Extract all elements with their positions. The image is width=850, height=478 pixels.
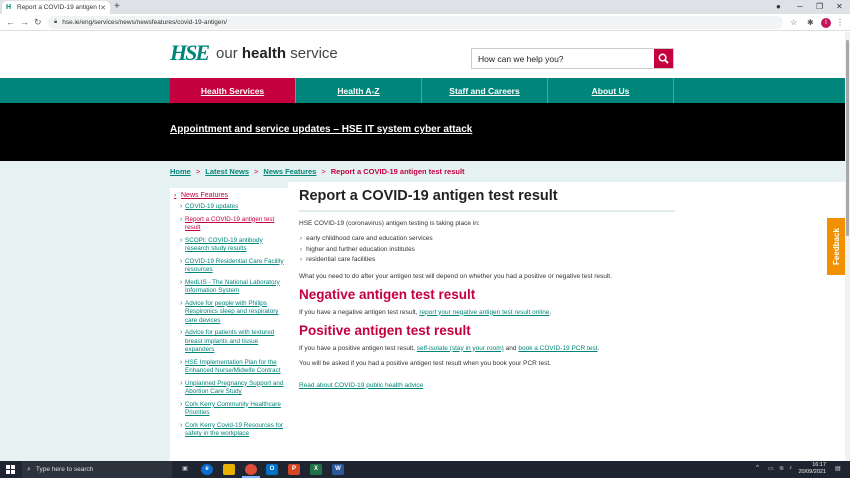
extension-record-icon[interactable]: ● [776, 1, 781, 13]
minimize-icon[interactable]: ─ [797, 1, 803, 13]
back-icon[interactable]: ← [6, 16, 15, 29]
sidebar: › News Features › COVID-19 updates › Repor… [170, 188, 288, 461]
nav-health-a-z[interactable]: Health A-Z [296, 78, 422, 103]
extensions-puzzle-icon[interactable]: ✱ [807, 17, 814, 28]
bookmark-star-icon[interactable]: ☆ [790, 17, 797, 28]
main-content: Report a COVID-19 antigen test result HS… [299, 188, 675, 392]
breadcrumb-separator: > [195, 167, 201, 176]
window-close-icon[interactable]: ✕ [836, 1, 843, 13]
web-page: HSE our health service Health Services H… [0, 32, 845, 461]
self-isolate-link[interactable]: self-isolate (stay in your room) [417, 345, 504, 352]
excel-icon[interactable]: X [310, 464, 322, 475]
powerpoint-icon[interactable]: P [288, 464, 300, 475]
negative-text: If you have a negative antigen test resu… [299, 308, 552, 316]
chevron-right-icon: › [300, 245, 303, 253]
url-text: hse.ie/eng/services/news/newsfeatures/co… [62, 19, 227, 26]
edge-icon[interactable]: e [201, 464, 213, 475]
browser-tabstrip: H Report a COVID-19 antigen test r ✕ + ●… [0, 0, 850, 14]
report-negative-link[interactable]: report your negative antigen test result… [419, 309, 549, 316]
chrome-icon[interactable] [242, 464, 260, 478]
tab-close-icon[interactable]: ✕ [100, 4, 106, 12]
sidebar-item[interactable]: › Cork Kerry Covid-19 Resources for safet… [180, 422, 285, 439]
site-search [471, 48, 674, 69]
taskbar-search[interactable]: ⌕ Type here to search [22, 461, 172, 478]
tray-chevron-icon[interactable]: ^ [756, 465, 759, 471]
sidebar-item[interactable]: › HSE Implementation Plan for the Enhance… [180, 359, 285, 376]
breadcrumb: Home > Latest News > News Features > Rep… [0, 161, 845, 182]
sidebar-item[interactable]: › COVID-19 Residential Care Facility reso… [180, 258, 285, 275]
sidebar-item[interactable]: › Advice for people with Philips Respiron… [180, 300, 285, 326]
breadcrumb-home[interactable]: Home [170, 167, 191, 176]
wifi-icon[interactable]: ≋ [779, 465, 784, 472]
search-icon: ⌕ [27, 465, 31, 473]
sidebar-item-current[interactable]: › Report a COVID-19 antigen test result [180, 216, 285, 233]
sidebar-item[interactable]: › COVID-19 updates [180, 203, 285, 212]
bullet-list: › early childhood care and education serv… [300, 234, 675, 266]
sidebar-heading[interactable]: › News Features [174, 192, 285, 199]
chevron-right-icon: › [300, 235, 303, 242]
sidebar-item[interactable]: › Cork Kerry Community Healthcare Priorit… [180, 401, 285, 418]
logo-text: our health service [216, 44, 338, 62]
positive-text: If you have a positive antigen test resu… [299, 344, 600, 352]
public-health-advice-link[interactable]: Read about COVID-19 public health advice [299, 382, 423, 389]
nav-health-services[interactable]: Health Services [170, 78, 296, 103]
breadcrumb-separator: > [321, 167, 326, 176]
tab-title: Report a COVID-19 antigen test r [17, 4, 100, 11]
hse-logo-mark: HSE [170, 40, 210, 65]
alert-link[interactable]: Appointment and service updates – HSE IT… [170, 124, 472, 135]
breadcrumb-latest-news[interactable]: Latest News [205, 167, 249, 176]
intro-text: HSE COVID-19 (coronavirus) antigen testi… [299, 220, 480, 227]
alert-banner: Appointment and service updates – HSE IT… [0, 103, 845, 161]
volume-icon[interactable]: ♪ [789, 465, 792, 471]
sidebar-item[interactable]: › MedLIS - The National Laboratory Inform… [180, 279, 285, 296]
maximize-icon[interactable]: ❐ [816, 1, 823, 13]
browser-tab[interactable]: H Report a COVID-19 antigen test r ✕ [2, 1, 110, 14]
network-icon[interactable]: ▭ [768, 465, 774, 472]
hse-favicon-icon: H [6, 4, 12, 11]
windows-start-icon[interactable] [6, 465, 15, 474]
sidebar-item[interactable]: › Advice for patients with textured breas… [180, 329, 285, 355]
negative-heading: Negative antigen test result [299, 286, 476, 302]
feedback-tab[interactable]: Feedback [827, 218, 845, 275]
forward-icon[interactable]: → [20, 16, 29, 29]
new-tab-icon[interactable]: + [114, 1, 120, 13]
task-view-icon[interactable]: ▣ [179, 464, 191, 475]
reload-icon[interactable]: ↻ [34, 16, 42, 29]
browser-toolbar: ← → ↻ 🔒︎ hse.ie/eng/services/news/newsfe… [0, 14, 850, 31]
lock-icon: 🔒︎ [54, 19, 58, 25]
notifications-icon[interactable]: ▤ [835, 465, 841, 472]
list-item: › early childhood care and education serv… [300, 235, 433, 242]
taskbar-clock[interactable]: 16:17 20/09/2021 [798, 462, 826, 476]
file-explorer-icon[interactable] [223, 464, 235, 475]
breadcrumb-news-features[interactable]: News Features [263, 167, 316, 176]
address-bar[interactable]: 🔒︎ hse.ie/eng/services/news/newsfeatures… [48, 16, 783, 29]
hse-logo[interactable]: HSE our health service [170, 40, 338, 66]
book-pcr-link[interactable]: book a COVID-19 PCR test [518, 345, 597, 352]
pcr-note: You will be asked if you had a positive … [299, 359, 551, 367]
page-title: Report a COVID-19 antigen test result [299, 188, 675, 212]
scrollbar-thumb[interactable] [846, 40, 849, 236]
page-scrollbar[interactable] [845, 32, 850, 461]
breadcrumb-current: Report a COVID-19 antigen test result [330, 167, 465, 176]
search-icon [658, 53, 669, 64]
nav-about-us[interactable]: About Us [548, 78, 674, 103]
sidebar-item[interactable]: › Unplanned Pregnancy Support and Abortio… [180, 380, 285, 397]
outlook-icon[interactable]: O [266, 464, 278, 475]
sidebar-item[interactable]: › SCOPI: COVID-19 antibody research study… [180, 237, 285, 254]
search-input[interactable] [472, 49, 654, 68]
search-button[interactable] [654, 49, 673, 68]
profile-avatar[interactable]: I [821, 18, 831, 28]
windows-taskbar: ⌕ Type here to search ▣ e O P X W ^ ▭ ≋ … [0, 461, 850, 478]
list-item: › higher and further education institutes [300, 245, 415, 253]
breadcrumb-separator: > [254, 167, 259, 176]
main-nav: Health Services Health A-Z Staff and Car… [0, 78, 845, 103]
menu-kebab-icon[interactable]: ⋮ [836, 17, 844, 28]
word-icon[interactable]: W [332, 464, 344, 475]
depends-text: What you need to do after your antigen t… [299, 272, 612, 280]
positive-heading: Positive antigen test result [299, 322, 471, 338]
list-item: › residential care facilities [300, 256, 376, 263]
nav-staff-careers[interactable]: Staff and Careers [422, 78, 548, 103]
chevron-right-icon: › [300, 256, 303, 263]
chevron-right-icon: › [174, 192, 177, 199]
